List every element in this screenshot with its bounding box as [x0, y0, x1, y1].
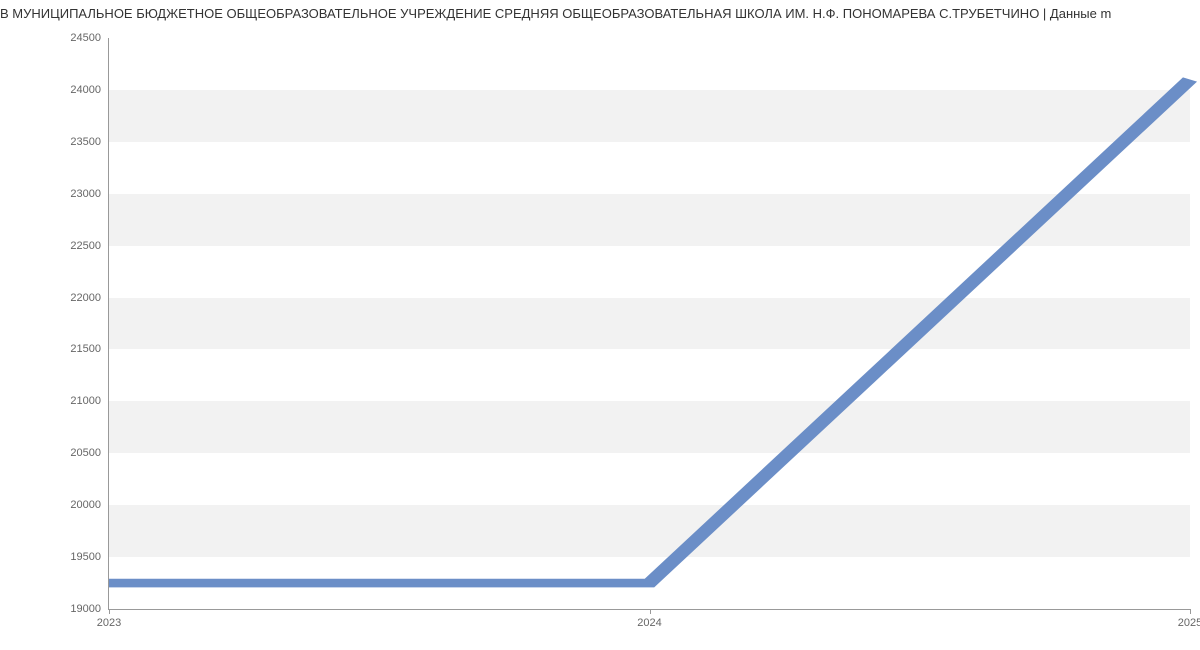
y-tick-label: 19500	[70, 551, 109, 563]
line-series	[109, 38, 1190, 609]
x-tick	[109, 609, 110, 614]
x-tick-label: 2025	[1178, 609, 1200, 629]
plot-area: 1900019500200002050021000215002200022500…	[108, 38, 1190, 610]
x-tick	[650, 609, 651, 614]
y-tick-label: 20000	[70, 499, 109, 511]
y-tick-label: 22500	[70, 240, 109, 252]
y-tick-label: 24000	[70, 84, 109, 96]
y-tick-label: 23000	[70, 188, 109, 200]
chart-container: В МУНИЦИПАЛЬНОЕ БЮДЖЕТНОЕ ОБЩЕОБРАЗОВАТЕ…	[0, 0, 1200, 650]
y-tick-label: 23500	[70, 136, 109, 148]
y-tick-label: 24500	[70, 32, 109, 44]
y-tick-label: 21000	[70, 395, 109, 407]
y-tick-label: 20500	[70, 447, 109, 459]
x-tick	[1190, 609, 1191, 614]
y-tick-label: 21500	[70, 343, 109, 355]
chart-title: В МУНИЦИПАЛЬНОЕ БЮДЖЕТНОЕ ОБЩЕОБРАЗОВАТЕ…	[0, 0, 1200, 21]
y-tick-label: 22000	[70, 292, 109, 304]
